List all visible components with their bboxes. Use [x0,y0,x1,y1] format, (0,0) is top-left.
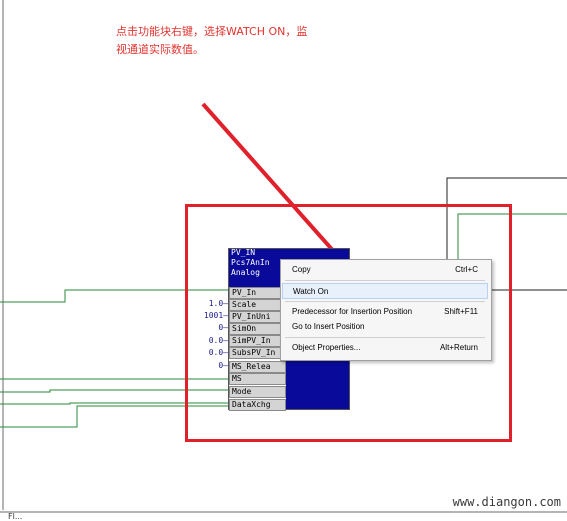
menu-item-predecessor[interactable]: Predecessor for Insertion Position Shift… [282,304,488,320]
menu-item-label: Copy [292,265,311,274]
menu-item-shortcut: Ctrl+C [455,265,478,274]
pin-value-scale: 1.0— [208,299,228,308]
pin-value-subspv-in: 0.0— [208,348,228,357]
pin-value-pv-inunit: 1001— [203,311,228,320]
pin-value-simon: 0— [218,323,228,332]
pin-value-ms-relea: 0— [218,361,228,370]
menu-item-shortcut: Alt+Return [439,343,478,352]
menu-item-watch-on[interactable]: Watch On [282,283,488,299]
menu-separator [285,337,485,338]
pin-dataxchg[interactable]: DataXchg [229,399,286,411]
pin-pv-in[interactable]: PV_In [229,287,286,299]
menu-separator [285,280,485,281]
menu-item-label: Object Properties... [292,343,361,352]
menu-item-copy[interactable]: Copy Ctrl+C [282,262,488,278]
menu-item-object-properties[interactable]: Object Properties... Alt+Return [282,340,488,356]
menu-item-label: Watch On [293,287,329,296]
menu-separator [285,301,485,302]
menu-item-label: Predecessor for Insertion Position [292,307,413,316]
pin-ms[interactable]: MS [229,373,286,385]
menu-item-label: Go to Insert Position [292,322,365,331]
watermark: www.diangon.com [452,495,561,509]
pin-ms-relea[interactable]: MS_Relea [229,361,286,373]
menu-item-go-to-insert[interactable]: Go to Insert Position [282,319,488,335]
pin-scale[interactable]: Scale [229,299,286,311]
pin-subspv-in[interactable]: SubsPV_In [229,347,286,359]
context-menu: Copy Ctrl+C Watch On Predecessor for Ins… [280,259,492,361]
pin-simon[interactable]: SimOn [229,323,286,335]
pin-simpv-in[interactable]: SimPV_In [229,335,286,347]
menu-item-shortcut: Shift+F11 [444,307,478,316]
pin-mode[interactable]: Mode [229,386,286,398]
pin-pv-inunit[interactable]: PV_InUni [229,311,286,323]
bottom-label: Fl... [8,512,23,521]
pin-value-simpv-in: 0.0— [208,336,228,345]
